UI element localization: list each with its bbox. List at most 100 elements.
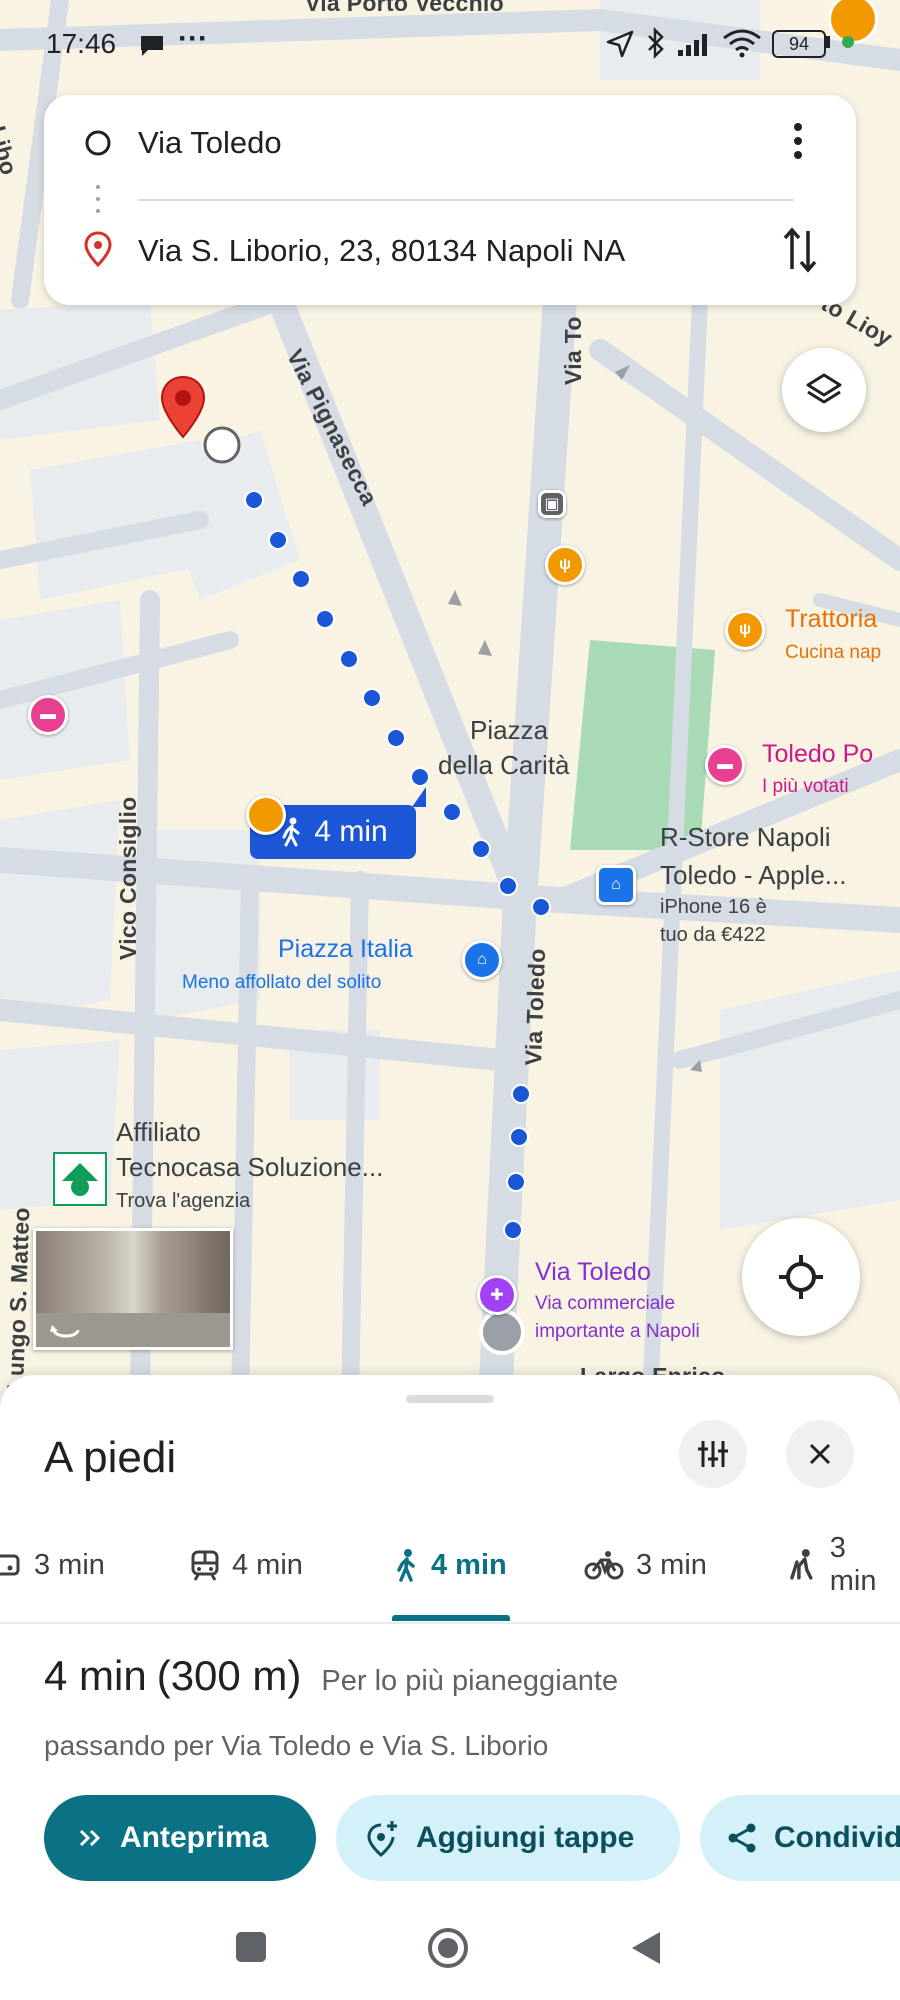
mode-walk-label: 4 min [431,1548,507,1581]
scooter-icon [790,1549,813,1580]
system-nav-bar [0,1900,900,2000]
selected-mode-indicator [392,1615,510,1621]
route-via-text: passando per Via Toledo e Via S. Liborio [44,1730,549,1761]
battery-level: 94 [788,33,810,54]
add-location-icon [367,1821,397,1857]
modes-divider [0,1622,900,1624]
share-icon [728,1823,756,1853]
car-icon [0,1554,20,1576]
summary-note: Per lo più pianeggiante [321,1665,619,1697]
walk-icon [397,1549,415,1582]
tecnocasa-line2[interactable]: Tecnocasa Soluzione... [116,1152,383,1183]
mode-transit[interactable]: 4 min [190,1540,303,1590]
layers-button[interactable] [782,348,866,432]
crosshair-icon [779,1255,823,1299]
preview-label: Anteprima [120,1821,269,1854]
status-time: 17:46 [46,28,117,59]
swap-icon[interactable] [782,225,818,275]
battery-cap [826,36,830,48]
route-card: Via Toledo Via S. Liborio, 23, 80134 Nap… [44,95,856,305]
sheet-title: A piedi [44,1433,177,1482]
drag-handle[interactable] [406,1395,494,1403]
via-toledo-poi-subtitle-2: importante a Napoli [535,1321,700,1342]
360-rotate-icon [50,1325,80,1338]
via-toledo-poi-subtitle-1: Via commerciale [535,1293,676,1314]
tune-icon [698,1441,728,1467]
tecnocasa-subtitle: Trova l'agenzia [116,1190,251,1212]
bike-icon [584,1551,624,1580]
toledo-po-name[interactable]: Toledo Po [762,740,873,769]
mode-walk[interactable]: 4 min [393,1540,507,1590]
recents-icon[interactable] [236,1932,266,1962]
signal-icon [678,34,707,56]
via-toledo-poi-name[interactable]: Via Toledo [535,1258,651,1287]
trattoria-subtitle: Cucina nap [785,642,882,663]
back-icon[interactable] [630,1930,662,1966]
mode-car[interactable]: 3 min [0,1540,105,1590]
hotel-icon[interactable]: ▬ [705,745,745,785]
transit-icon [191,1550,219,1581]
route-options-button[interactable] [679,1420,747,1488]
share-label: Condivid [774,1821,900,1854]
mode-scooter[interactable]: 3 min [788,1532,900,1597]
hotel-icon[interactable]: ▬ [28,695,68,735]
piazza-carita-line1: Piazza [470,715,549,745]
mode-bike-label: 3 min [636,1548,707,1581]
piazza-italia-subtitle: Meno affollato del solito [182,972,382,993]
my-location-button[interactable] [742,1218,860,1336]
bus-stop-icon[interactable]: ▣ [538,490,566,518]
battery-icon: 94 [772,30,826,58]
origin-circle-icon [85,130,111,156]
status-bar: 17:46 ··· 94 [0,0,900,80]
tecnocasa-line1[interactable]: Affiliato [116,1117,201,1148]
restaurant-icon[interactable] [246,795,286,835]
close-icon [809,1443,831,1465]
house-icon [62,1163,98,1196]
real-estate-icon[interactable] [53,1152,107,1206]
route-badge-tail [412,787,426,807]
landmark-icon[interactable]: ✚ [477,1275,517,1315]
mode-car-label: 3 min [34,1548,105,1581]
piazza-italia-name[interactable]: Piazza Italia [278,935,413,964]
mode-bike[interactable]: 3 min [584,1540,707,1590]
green-dot-icon [842,36,854,48]
wifi-icon [723,29,761,58]
shopping-bag-icon[interactable]: ⌂ [462,940,502,980]
bluetooth-icon [648,27,664,59]
location-arrow-icon [606,30,634,58]
add-stops-label: Aggiungi tappe [416,1821,635,1854]
destination-field[interactable]: Via S. Liborio, 23, 80134 Napoli NA [138,233,625,269]
destination-pin-icon[interactable] [160,375,206,441]
chat-bubble-icon [141,36,163,56]
route-summary[interactable]: 4 min (300 m) Per lo più pianeggiante [44,1652,618,1700]
piazza-carita-line2: della Carità [438,750,570,780]
double-chevron-icon [79,1829,101,1847]
close-button[interactable] [786,1420,854,1488]
add-stops-button[interactable]: Aggiungi tappe [336,1795,680,1881]
mode-transit-label: 4 min [232,1548,303,1581]
toledo-po-subtitle: I più votati [762,776,849,797]
summary-time: 4 min [44,1652,147,1699]
share-button[interactable]: Condivid [700,1795,900,1881]
card-divider [138,199,794,201]
destination-row[interactable]: Via S. Liborio, 23, 80134 Napoli NA [44,211,856,291]
rstore-name-line2[interactable]: Toledo - Apple... [660,860,846,891]
home-icon[interactable] [426,1926,470,1970]
more-dots-icon: ··· [178,22,208,55]
coffee-poi-icon [828,0,878,44]
preview-button[interactable]: Anteprima [44,1795,316,1881]
origin-row[interactable]: Via Toledo [44,103,856,183]
rstore-promo-line1: iPhone 16 è [660,896,767,918]
restaurant-icon[interactable]: ψ [725,610,765,650]
shopping-bag-icon[interactable]: ⌂ [596,865,636,905]
destination-pin-icon [84,231,112,267]
rstore-name-line1[interactable]: R-Store Napoli [660,822,831,853]
route-time-label: 4 min [314,815,388,848]
mode-scooter-label: 3 min [829,1532,877,1597]
trattoria-name[interactable]: Trattoria [785,605,877,634]
rstore-promo-line2: tuo da €422 [660,924,766,946]
street-view-thumbnail[interactable] [33,1228,233,1350]
more-vert-icon[interactable] [792,121,804,161]
origin-field[interactable]: Via Toledo [138,125,282,161]
restaurant-icon[interactable]: ψ [545,545,585,585]
